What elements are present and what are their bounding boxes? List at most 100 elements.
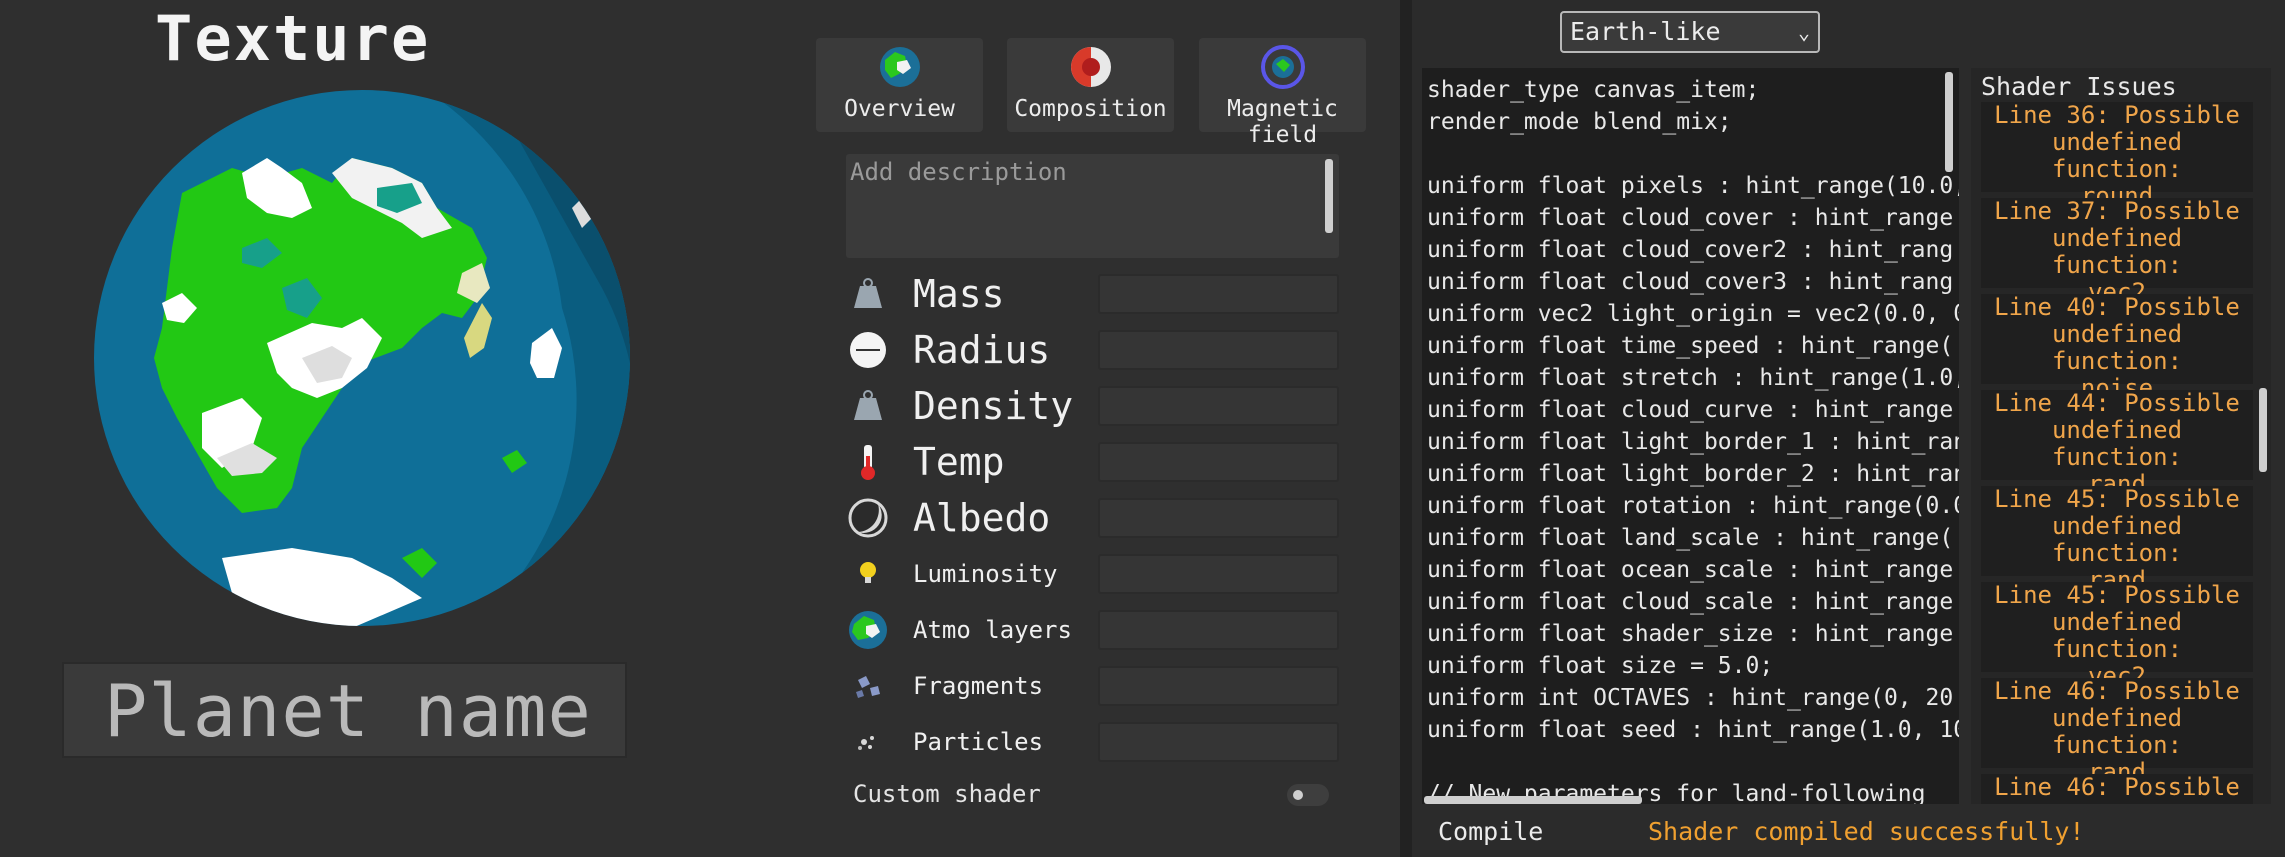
- chevron-down-icon: ⌄: [1797, 20, 1810, 44]
- planet-preview[interactable]: [92, 88, 632, 628]
- planet-core-icon: [1071, 47, 1111, 87]
- luminosity-field[interactable]: [1098, 554, 1339, 594]
- issue-item[interactable]: Line 45: Possible undefined function: rand: [1981, 485, 2253, 594]
- property-label: Radius: [913, 328, 1051, 372]
- code-line[interactable]: uniform float light_border_2 : hint_ran: [1427, 458, 1959, 490]
- code-line[interactable]: uniform float shader_size : hint_range: [1427, 618, 1959, 650]
- code-line[interactable]: uniform float light_border_1 : hint_ran: [1427, 426, 1959, 458]
- code-line[interactable]: [1427, 138, 1959, 170]
- code-line[interactable]: uniform float cloud_scale : hint_range: [1427, 586, 1959, 618]
- code-line[interactable]: uniform float cloud_cover2 : hint_rang: [1427, 234, 1959, 266]
- issue-item[interactable]: Line 36: Possible undefined function: roun…: [1981, 102, 2253, 210]
- temp-field[interactable]: [1098, 442, 1339, 482]
- property-particles: Particles: [846, 720, 1339, 764]
- property-label: Atmo layers: [913, 616, 1072, 644]
- issue-item[interactable]: Line 45: Possible undefined function: vec2: [1981, 581, 2253, 690]
- property-fragments: Fragments: [846, 664, 1339, 708]
- code-line[interactable]: uniform float pixels : hint_range(10.0,: [1427, 170, 1959, 202]
- code-line[interactable]: uniform float cloud_cover : hint_range: [1427, 202, 1959, 234]
- thermometer-icon: [861, 445, 875, 480]
- toggle-knob: [1293, 790, 1303, 800]
- issue-text-line: undefined function:: [2051, 320, 2183, 375]
- albedo-field[interactable]: [1098, 498, 1339, 538]
- issue-text-line: undefined function:: [2051, 704, 2183, 759]
- tab-composition[interactable]: Composition: [1007, 38, 1174, 132]
- issue-text-line: undefined function:: [2051, 128, 2183, 183]
- issue-item[interactable]: Line 44: Possible undefined function: rand: [1981, 390, 2253, 498]
- code-line[interactable]: render_mode blend_mix;: [1427, 106, 1959, 138]
- property-label: Density: [913, 384, 1074, 428]
- shader-code-editor[interactable]: shader_type canvas_item; render_mode blen…: [1422, 68, 1959, 804]
- property-density: Density: [846, 384, 1339, 428]
- particles-field[interactable]: [1098, 722, 1339, 762]
- density-field[interactable]: [1098, 386, 1339, 426]
- description-scrollbar[interactable]: [1325, 159, 1333, 233]
- code-horizontal-scrollbar[interactable]: [1424, 796, 1642, 804]
- issue-item[interactable]: Line 40: Possible undefined function: nois…: [1981, 293, 2253, 402]
- code-line[interactable]: uniform float size = 5.0;: [1427, 650, 1959, 682]
- issue-text-line: Line 45: Possible: [1994, 485, 2240, 513]
- code-line[interactable]: uniform float land_scale : hint_range(: [1427, 522, 1959, 554]
- tab-overview[interactable]: Overview: [816, 38, 983, 132]
- property-label: Luminosity: [913, 560, 1058, 588]
- weight-icon: [854, 390, 882, 420]
- magnetic-field-icon: [1261, 45, 1305, 89]
- code-line[interactable]: uniform float stretch : hint_range(1.0,: [1427, 362, 1959, 394]
- issue-item[interactable]: Line 46: Possible undefined function: rand: [1981, 677, 2253, 786]
- code-line[interactable]: uniform float ocean_scale : hint_range: [1427, 554, 1959, 586]
- tab-magnetic-field[interactable]: Magnetic field: [1199, 38, 1366, 148]
- property-atmo-layers: Atmo layers: [846, 608, 1339, 652]
- description-placeholder: Add description: [850, 158, 1067, 186]
- mass-field[interactable]: [1098, 274, 1339, 314]
- issue-item[interactable]: Line 46: Possible: [1981, 774, 2253, 804]
- code-line[interactable]: uniform int OCTAVES : hint_range(0, 20: [1427, 682, 1959, 714]
- property-albedo: Albedo: [846, 496, 1339, 540]
- radius-field[interactable]: [1098, 330, 1339, 370]
- custom-shader-label: Custom shader: [853, 780, 1041, 808]
- albedo-icon: [848, 498, 888, 538]
- issue-text-line: Line 37: Possible: [1994, 197, 2240, 225]
- property-label: Particles: [913, 728, 1044, 756]
- globe-icon: [880, 47, 920, 87]
- fragments-field[interactable]: [1098, 666, 1339, 706]
- code-line[interactable]: [1427, 746, 1959, 778]
- issues-title: Shader Issues: [1981, 72, 2177, 101]
- code-line[interactable]: uniform float seed : hint_range(1.0, 10.: [1427, 714, 1959, 746]
- code-vertical-scrollbar[interactable]: [1945, 72, 1953, 172]
- property-label: Fragments: [913, 672, 1044, 700]
- globe-icon: [849, 611, 887, 649]
- description-input[interactable]: Add description: [846, 154, 1339, 258]
- code-line[interactable]: uniform float cloud_cover3 : hint_rang: [1427, 266, 1959, 298]
- issue-text-line: undefined function:: [2051, 608, 2183, 663]
- tab-label: Overview: [844, 96, 955, 122]
- issues-scrollbar[interactable]: [2259, 388, 2267, 472]
- atmo-layers-field[interactable]: [1098, 610, 1339, 650]
- preset-select[interactable]: Earth-like ⌄: [1560, 11, 1820, 53]
- code-line[interactable]: uniform vec2 light_origin = vec2(0.0, 0.: [1427, 298, 1959, 330]
- code-line[interactable]: uniform float cloud_curve : hint_range: [1427, 394, 1959, 426]
- planet-name-input[interactable]: Planet name: [62, 662, 627, 758]
- code-line[interactable]: uniform float time_speed : hint_range(: [1427, 330, 1959, 362]
- code-line[interactable]: shader_type canvas_item;: [1427, 74, 1959, 106]
- issue-text-line: Line 45: Possible: [1994, 581, 2240, 609]
- panel-divider[interactable]: [1400, 0, 1412, 857]
- property-label: Albedo: [913, 496, 1051, 540]
- issue-item[interactable]: Line 37: Possible undefined function: vec2: [1981, 197, 2253, 306]
- weight-icon: [854, 278, 882, 308]
- issue-text-line: Line 46: Possible: [1994, 677, 2240, 705]
- code-text[interactable]: shader_type canvas_item; render_mode blen…: [1427, 74, 1959, 804]
- property-temp: Temp: [846, 440, 1339, 484]
- issue-text-line: undefined function:: [2051, 224, 2183, 279]
- issue-text-line: Line 46: Possible: [1994, 773, 2240, 801]
- custom-shader-toggle[interactable]: [1287, 784, 1329, 806]
- shader-issues-panel: Shader Issues Line 36: Possible undefined…: [1971, 68, 2271, 804]
- issue-text-line: Line 40: Possible: [1994, 293, 2240, 321]
- radius-icon: [850, 332, 886, 368]
- property-label: Temp: [913, 440, 1005, 484]
- property-mass: Mass: [846, 272, 1339, 316]
- issue-text-line: undefined function:: [2051, 416, 2183, 471]
- compile-shader-button[interactable]: Compile Shader: [1434, 812, 1642, 852]
- code-line[interactable]: uniform float rotation : hint_range(0.0,: [1427, 490, 1959, 522]
- property-luminosity: Luminosity: [846, 552, 1339, 596]
- property-label: Mass: [913, 272, 1005, 316]
